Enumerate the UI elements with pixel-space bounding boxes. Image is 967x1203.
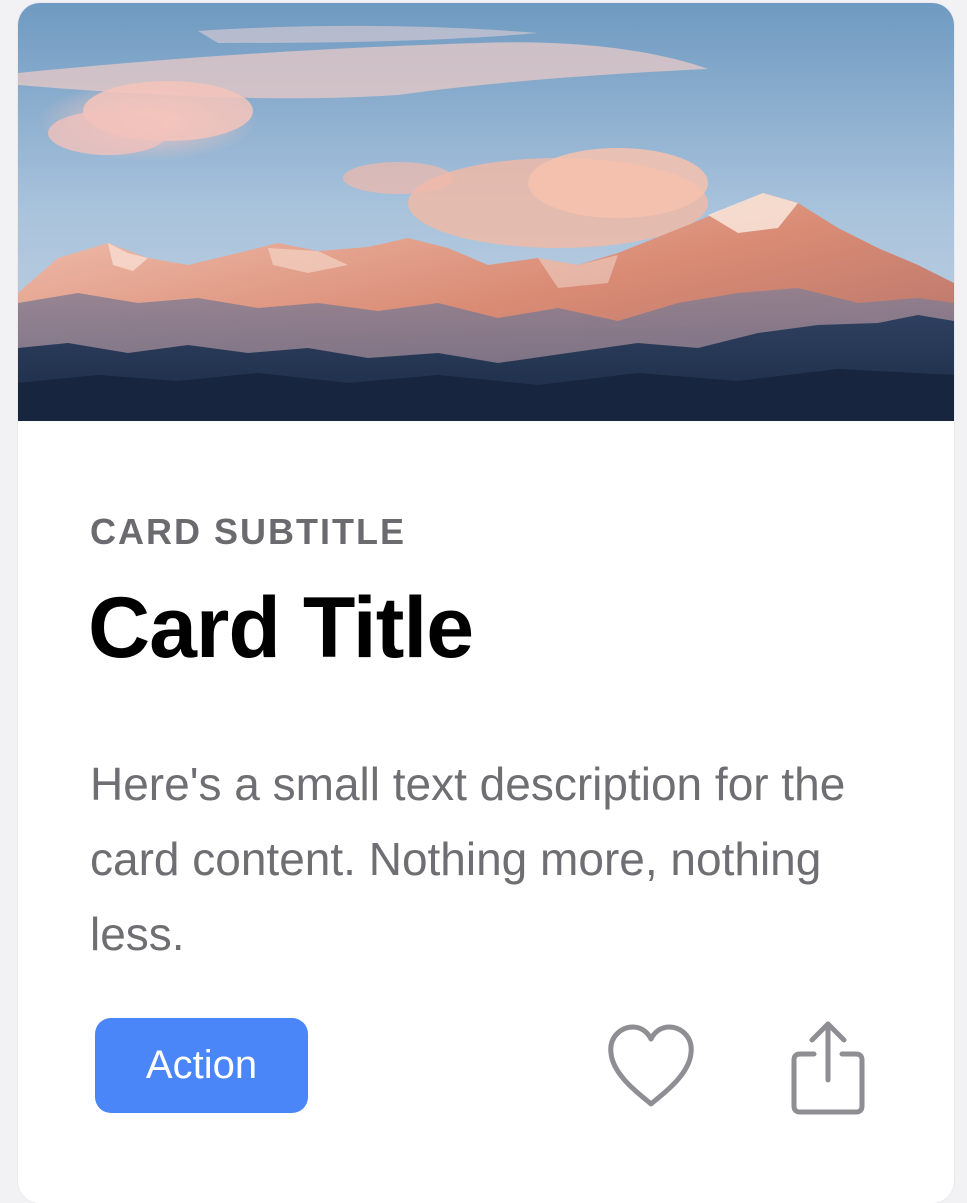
share-icon bbox=[791, 1021, 865, 1115]
card-subtitle: CARD SUBTITLE bbox=[90, 511, 406, 552]
heart-icon bbox=[608, 1024, 694, 1107]
card-title: Card Title bbox=[88, 580, 474, 676]
card: CARD SUBTITLE Card Title Here's a small … bbox=[18, 3, 954, 1203]
share-button[interactable] bbox=[788, 1018, 868, 1118]
card-description: Here's a small text description for the … bbox=[90, 758, 846, 960]
action-button[interactable]: Action bbox=[95, 1018, 308, 1113]
like-button[interactable] bbox=[605, 1021, 697, 1113]
hero-image bbox=[18, 3, 954, 421]
